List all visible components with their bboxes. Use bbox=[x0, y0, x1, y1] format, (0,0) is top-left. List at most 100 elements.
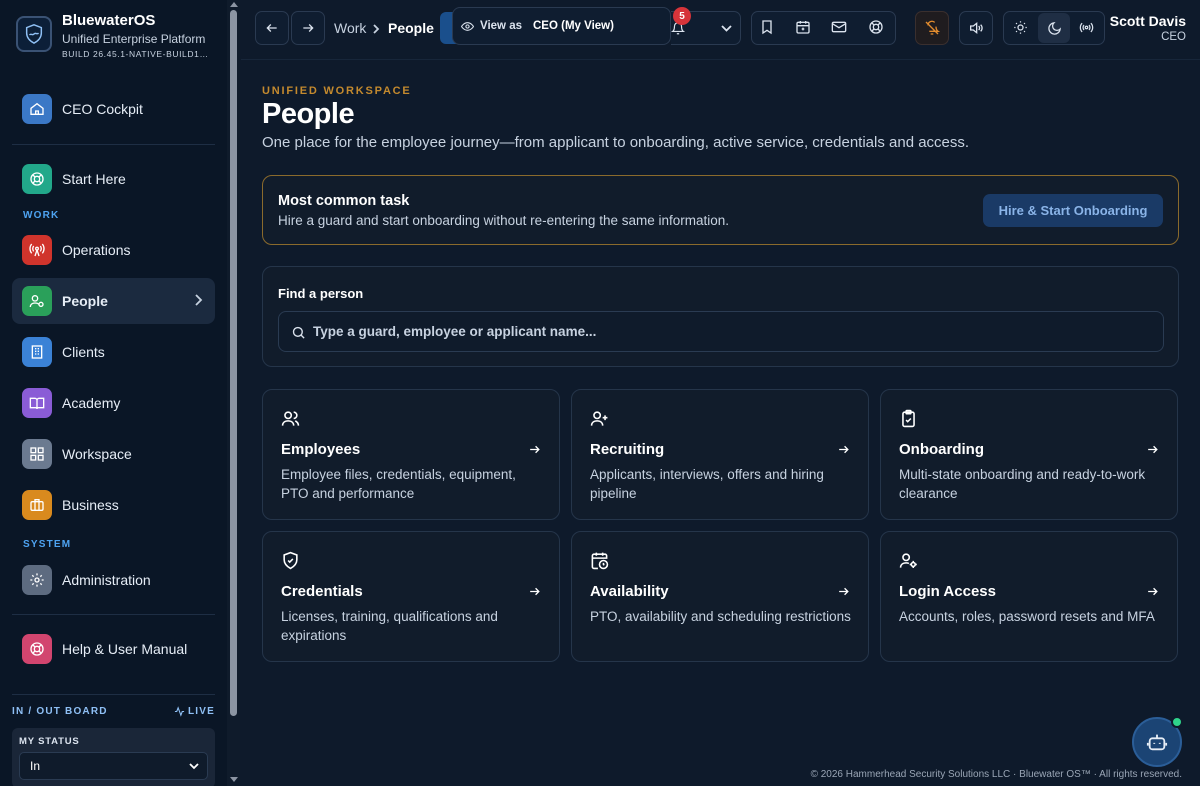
card-title: Login Access bbox=[899, 583, 996, 600]
my-status-label: MY STATUS bbox=[19, 736, 80, 747]
search-icon bbox=[292, 326, 305, 339]
arrow-right-icon bbox=[1148, 445, 1158, 454]
card-title: Credentials bbox=[281, 583, 363, 600]
scrollbar-thumb[interactable] bbox=[230, 10, 237, 716]
card-description: Licenses, training, qualifications and e… bbox=[281, 609, 498, 643]
lifebuoy-icon bbox=[22, 164, 52, 194]
card-onboarding[interactable]: Onboarding Multi-state onboarding and re… bbox=[880, 389, 1178, 520]
my-status-select[interactable]: In bbox=[19, 752, 208, 780]
user-plus-icon bbox=[590, 411, 608, 426]
activity-icon bbox=[174, 706, 185, 717]
bell-off-icon bbox=[925, 20, 940, 35]
user-name: Scott Davis bbox=[1109, 13, 1186, 29]
arrow-right-icon bbox=[530, 587, 540, 596]
user-profile[interactable]: Scott Davis CEO bbox=[1110, 13, 1186, 43]
back-button[interactable] bbox=[255, 11, 289, 45]
person-search-input[interactable] bbox=[313, 312, 1153, 351]
common-task-description: Hire a guard and start onboarding withou… bbox=[278, 213, 730, 228]
bookmark-button[interactable] bbox=[759, 19, 775, 35]
sidebar-item-label: Start Here bbox=[62, 171, 126, 187]
sidebar-item-label: Help & User Manual bbox=[62, 641, 188, 657]
speaker-icon bbox=[970, 21, 983, 35]
sidebar-scrollbar[interactable] bbox=[227, 0, 240, 786]
sidebar-item-ceo-cockpit[interactable]: CEO Cockpit bbox=[12, 86, 215, 132]
users-cog-icon bbox=[22, 286, 52, 316]
sidebar-item-label: Business bbox=[62, 497, 119, 513]
divider bbox=[12, 144, 215, 145]
sidebar-item-workspace[interactable]: Workspace bbox=[12, 431, 215, 477]
card-description: Employee files, credentials, equipment, … bbox=[281, 467, 516, 501]
find-person-panel: Find a person bbox=[262, 266, 1179, 367]
live-label: LIVE bbox=[187, 706, 215, 717]
in-out-board: IN / OUT BOARD LIVE MY STATUS In bbox=[12, 706, 215, 786]
card-title: Availability bbox=[590, 583, 669, 600]
shield-check-icon bbox=[283, 551, 298, 570]
user-role: CEO bbox=[1161, 31, 1186, 43]
sidebar-item-operations[interactable]: Operations bbox=[12, 227, 215, 273]
card-recruiting[interactable]: Recruiting Applicants, interviews, offer… bbox=[571, 389, 869, 520]
page-description: One place for the employee journey—from … bbox=[262, 134, 970, 151]
sidebar-item-label: Clients bbox=[62, 344, 105, 360]
scroll-up-arrow-icon[interactable] bbox=[230, 2, 238, 7]
calendar-icon bbox=[796, 21, 810, 34]
brand-subtitle: Unified Enterprise Platform bbox=[62, 32, 206, 46]
dark-theme-button[interactable] bbox=[1038, 13, 1070, 43]
chevron-down-icon bbox=[189, 763, 199, 770]
arrow-left-icon bbox=[266, 24, 277, 32]
sidebar-item-business[interactable]: Business bbox=[12, 482, 215, 528]
scroll-down-arrow-icon[interactable] bbox=[230, 777, 238, 782]
sidebar-item-label: Operations bbox=[62, 242, 131, 258]
common-task-title: Most common task bbox=[278, 193, 410, 209]
sidebar-item-label: People bbox=[62, 293, 108, 309]
arrow-right-icon bbox=[530, 445, 540, 454]
sidebar-item-academy[interactable]: Academy bbox=[12, 380, 215, 426]
arrow-right-icon bbox=[1148, 587, 1158, 596]
lifebuoy-icon bbox=[22, 634, 52, 664]
bluewater-logo-icon bbox=[16, 16, 52, 52]
live-indicator: LIVE bbox=[174, 706, 215, 717]
assistant-bot-button[interactable] bbox=[1132, 716, 1183, 767]
card-description: Accounts, roles, password resets and MFA bbox=[899, 609, 1155, 624]
chevron-right-icon bbox=[195, 294, 203, 306]
sidebar-item-people[interactable]: People bbox=[12, 278, 215, 324]
sidebar-item-help[interactable]: Help & User Manual bbox=[12, 626, 215, 672]
hire-start-onboarding-button[interactable]: Hire & Start Onboarding bbox=[983, 194, 1163, 227]
sidebar-item-label: Administration bbox=[62, 572, 151, 588]
mute-notifications-button[interactable] bbox=[915, 11, 949, 45]
forward-button[interactable] bbox=[291, 11, 325, 45]
sidebar-item-administration[interactable]: Administration bbox=[12, 557, 215, 603]
building-icon bbox=[22, 337, 52, 367]
person-search-field[interactable] bbox=[278, 311, 1164, 352]
card-login-access[interactable]: Login Access Accounts, roles, password r… bbox=[880, 531, 1178, 662]
card-credentials[interactable]: Credentials Licenses, training, qualific… bbox=[262, 531, 560, 662]
sidebar-item-clients[interactable]: Clients bbox=[12, 329, 215, 375]
view-as-selector[interactable]: View as CEO (My View) bbox=[452, 7, 671, 45]
card-availability[interactable]: Availability PTO, availability and sched… bbox=[571, 531, 869, 662]
notification-count-badge: 5 bbox=[673, 7, 691, 25]
moon-icon bbox=[1047, 21, 1061, 35]
sound-button[interactable] bbox=[959, 11, 993, 45]
sidebar-item-label: Academy bbox=[62, 395, 121, 411]
find-person-title: Find a person bbox=[278, 286, 364, 301]
brand[interactable]: BluewaterOS Unified Enterprise Platform … bbox=[16, 12, 221, 62]
divider bbox=[12, 694, 215, 695]
build-number: BUILD 26.45.1-NATIVE-BUILD1… bbox=[62, 49, 209, 59]
section-label-work: WORK bbox=[23, 210, 60, 221]
arrow-right-icon bbox=[839, 445, 849, 454]
card-title: Onboarding bbox=[899, 441, 984, 458]
mail-button[interactable] bbox=[831, 19, 847, 35]
auto-theme-button[interactable] bbox=[1079, 20, 1094, 35]
card-employees[interactable]: Employees Employee files, credentials, e… bbox=[262, 389, 560, 520]
calendar-button[interactable] bbox=[795, 19, 811, 35]
common-task-panel: Most common task Hire a guard and start … bbox=[262, 175, 1179, 245]
briefcase-icon bbox=[22, 490, 52, 520]
sidebar-item-start-here[interactable]: Start Here bbox=[12, 156, 215, 202]
help-button[interactable] bbox=[868, 19, 884, 35]
my-status-value: In bbox=[30, 759, 41, 773]
lifebuoy-icon bbox=[869, 20, 883, 34]
light-theme-button[interactable] bbox=[1013, 20, 1028, 35]
breadcrumb-work[interactable]: Work bbox=[334, 20, 366, 36]
card-title: Recruiting bbox=[590, 441, 665, 458]
card-description: Applicants, interviews, offers and hirin… bbox=[590, 467, 824, 501]
users-icon bbox=[281, 411, 300, 426]
